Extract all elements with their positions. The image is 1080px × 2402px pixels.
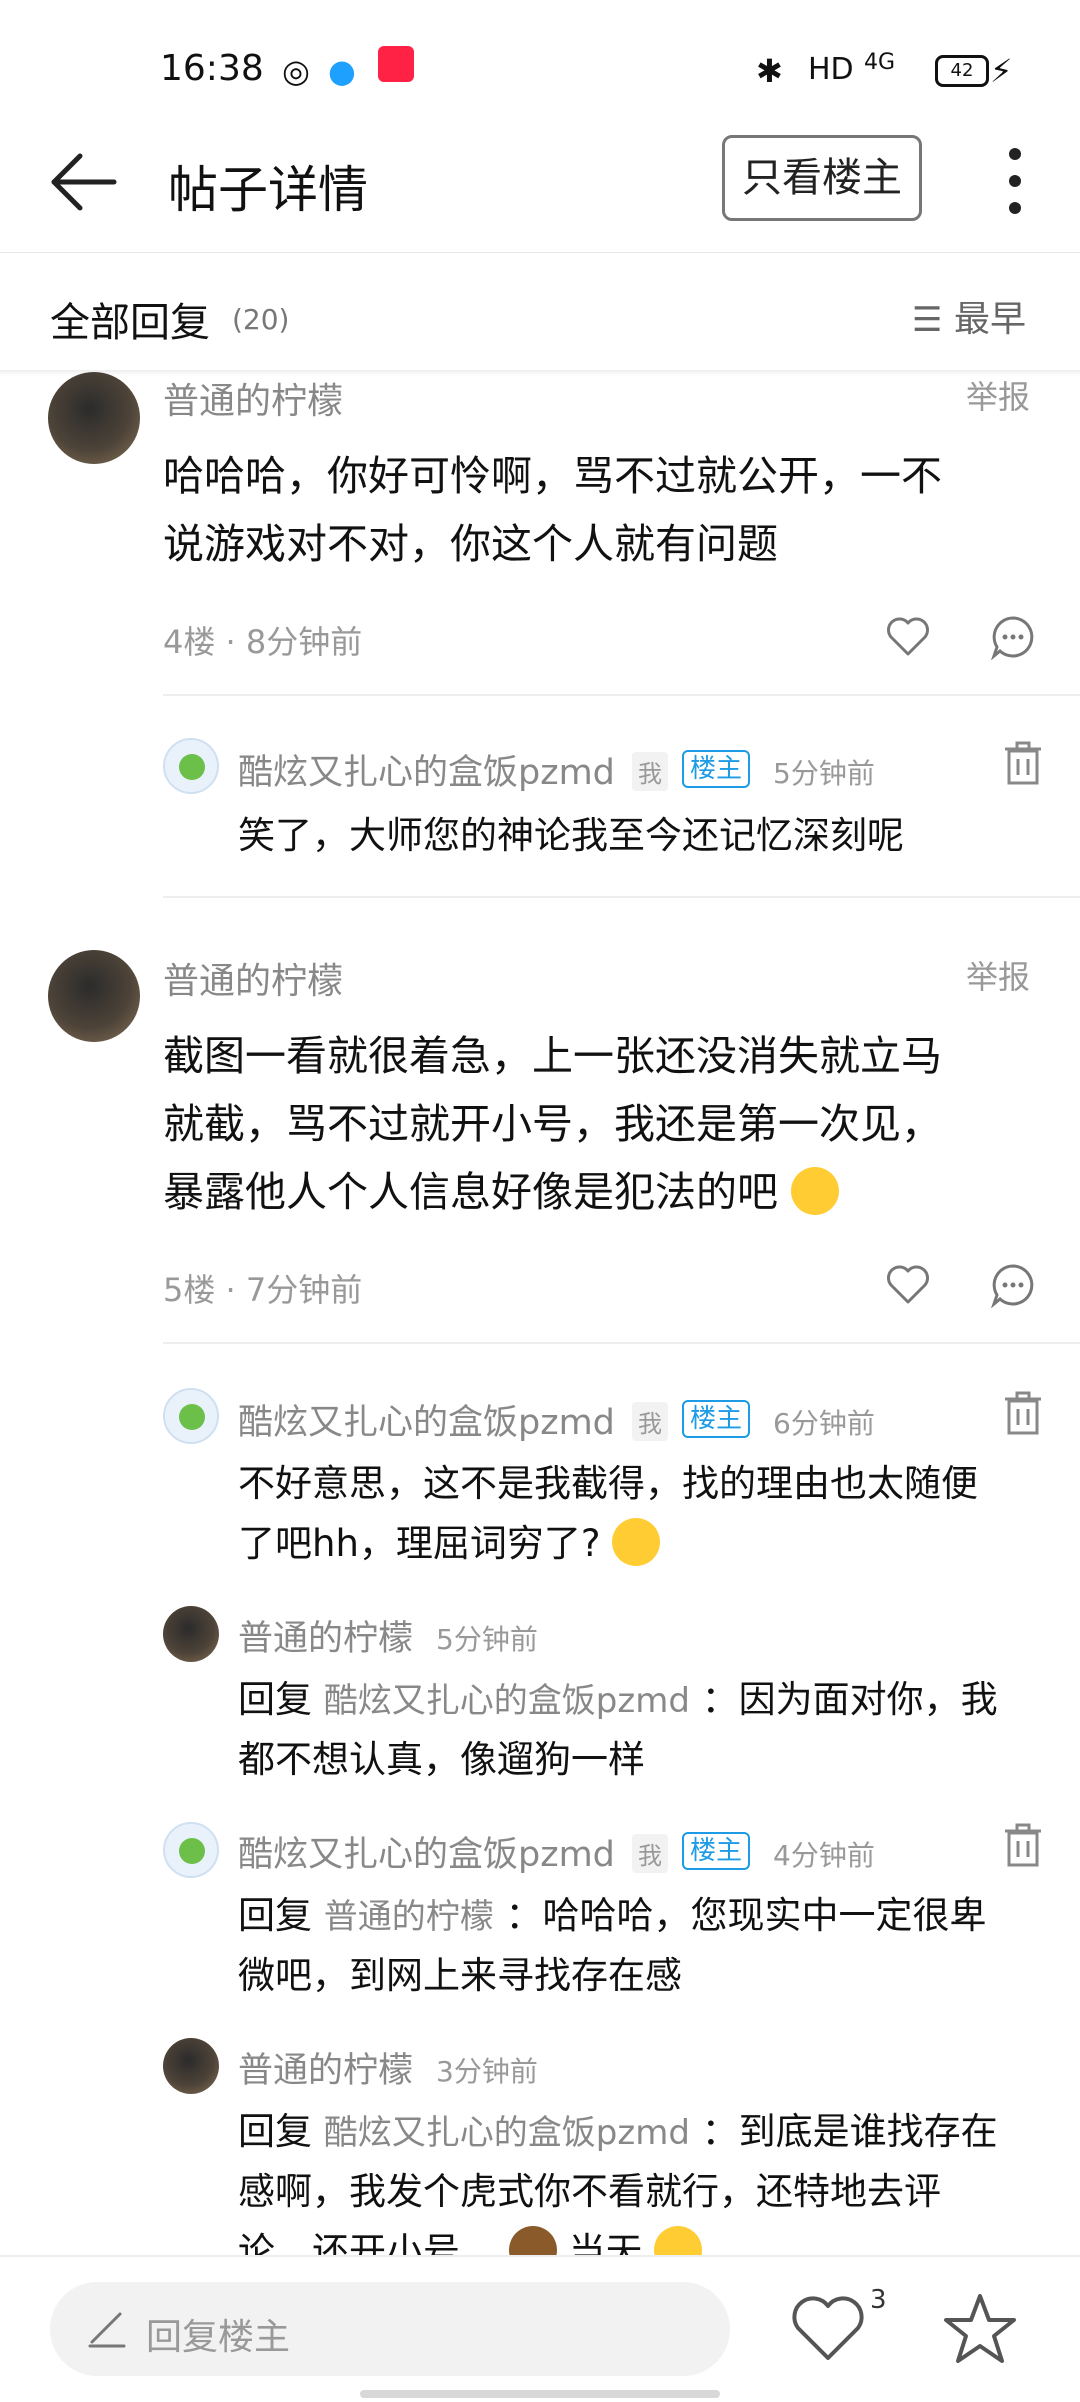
post-content-line: 说游戏对不对，你这个人就有问题 xyxy=(163,520,778,568)
all-replies-title: 全部回复 xyxy=(50,300,210,346)
network-label: HD xyxy=(808,52,854,87)
post-content-line: 哈哈哈，你好可怜啊，骂不过就公开，一不 xyxy=(163,452,942,500)
subreply-username[interactable]: 普通的柠檬 xyxy=(238,1610,413,1661)
subreply-text: 回复 酷炫又扎心的盒饭pzmd ：到底是谁找存在 xyxy=(238,2102,998,2163)
avatar[interactable] xyxy=(163,1388,219,1444)
sort-label: 最早 xyxy=(953,299,1026,340)
post-meta: 4楼 · 8分钟前 xyxy=(163,623,363,661)
more-vertical-icon[interactable] xyxy=(1005,148,1025,214)
subreply-text-part: ：到底是谁找存在 xyxy=(701,2110,998,2153)
header-divider xyxy=(0,252,1080,253)
subreply-text: 都不想认真，像遛狗一样 xyxy=(238,1738,645,1781)
reply-prefix: 回复 xyxy=(238,1894,312,1937)
sort-button[interactable]: ☰ 最早 xyxy=(912,290,1026,342)
replies-count: (20) xyxy=(232,303,290,336)
subreply-text-part: ：哈哈哈，您现实中一定很卑 xyxy=(505,1894,987,1937)
reply-to-username[interactable]: 酷炫又扎心的盒饭pzmd xyxy=(324,2113,690,2153)
heart-icon[interactable] xyxy=(885,614,931,660)
avatar[interactable] xyxy=(163,738,219,794)
subreply-text-part: ：因为面对你，我 xyxy=(701,1678,998,1721)
subreply-time: 5分钟前 xyxy=(436,1623,538,1656)
heart-icon[interactable] xyxy=(885,1262,931,1308)
status-bar: 16:38 ◎ ● ✱ HD 4G 42 ⚡ xyxy=(0,0,1080,130)
avatar[interactable] xyxy=(48,372,140,464)
signal-label: 4G xyxy=(864,50,896,75)
app-notification-icon-2 xyxy=(378,46,414,82)
reply-to-username[interactable]: 普通的柠檬 xyxy=(324,1897,494,1937)
subreply-text: 感啊，我发个虎式你不看就行，还特地去评 xyxy=(238,2170,941,2213)
divider xyxy=(163,896,1080,898)
back-arrow-icon[interactable] xyxy=(48,150,118,214)
subreply-text: 笑了，大师您的神论我至今还记忆深刻呢 xyxy=(238,814,904,857)
post-content-line: 就截，骂不过就开小号，我还是第一次见， xyxy=(163,1100,942,1148)
trash-icon[interactable] xyxy=(1003,1391,1043,1435)
subreply-text: 了吧hh，理屈词穷了? xyxy=(238,1514,661,1574)
report-button[interactable]: 举报 xyxy=(966,372,1030,418)
post-username[interactable]: 普通的柠檬 xyxy=(163,372,343,424)
owner-badge: 楼主 xyxy=(682,1832,751,1870)
subreply-username[interactable]: 酷炫又扎心的盒饭pzmd xyxy=(238,1394,615,1445)
divider xyxy=(163,1342,1080,1344)
comment-icon[interactable] xyxy=(990,1262,1036,1308)
subreply-text: 微吧，到网上来寻找存在感 xyxy=(238,1954,682,1997)
subreply-time: 3分钟前 xyxy=(436,2055,538,2088)
avatar[interactable] xyxy=(163,1606,219,1662)
page-title: 帖子详情 xyxy=(168,161,368,219)
subreply-text-part: 了吧hh，理屈词穷了? xyxy=(238,1522,601,1565)
post-content-text: 暴露他人个人信息好像是犯法的吧 xyxy=(163,1168,778,1216)
owner-badge: 楼主 xyxy=(682,750,751,788)
subreply-username[interactable]: 普通的柠檬 xyxy=(238,2042,413,2093)
grin-emoji-icon xyxy=(791,1167,840,1215)
like-count: 3 xyxy=(870,2285,887,2315)
subreply-text: 回复 酷炫又扎心的盒饭pzmd ：因为面对你，我 xyxy=(238,1670,998,1731)
post-content-line: 截图一看就很着急，上一张还没消失就立马 xyxy=(163,1032,942,1080)
me-badge: 我 xyxy=(632,1834,668,1873)
header-shadow xyxy=(0,370,1080,376)
subreply-time: 5分钟前 xyxy=(773,757,875,790)
post-username[interactable]: 普通的柠檬 xyxy=(163,952,343,1004)
battery-icon: 42 xyxy=(935,55,989,87)
report-button[interactable]: 举报 xyxy=(966,952,1030,998)
reply-to-username[interactable]: 酷炫又扎心的盒饭pzmd xyxy=(324,1681,690,1721)
subreply-time: 6分钟前 xyxy=(773,1407,875,1440)
divider xyxy=(163,694,1080,696)
subreply-username[interactable]: 酷炫又扎心的盒饭pzmd xyxy=(238,744,615,795)
app-notification-icon: ◎ xyxy=(282,52,310,90)
trash-icon[interactable] xyxy=(1003,1823,1043,1867)
pencil-icon xyxy=(88,2312,126,2348)
owner-badge: 楼主 xyxy=(682,1400,751,1438)
home-indicator[interactable] xyxy=(360,2390,720,2398)
reply-prefix: 回复 xyxy=(238,1678,312,1721)
star-icon[interactable] xyxy=(942,2292,1018,2366)
me-badge: 我 xyxy=(632,752,668,791)
heart-icon[interactable] xyxy=(790,2294,866,2364)
subreply-username[interactable]: 酷炫又扎心的盒饭pzmd xyxy=(238,1826,615,1877)
post-content-line: 暴露他人个人信息好像是犯法的吧 xyxy=(163,1158,840,1226)
subreply-time: 4分钟前 xyxy=(773,1839,875,1872)
avatar[interactable] xyxy=(163,2038,219,2094)
sort-icon: ☰ xyxy=(912,300,943,340)
avatar[interactable] xyxy=(48,950,140,1042)
qq-notification-icon: ● xyxy=(328,52,356,90)
trash-icon[interactable] xyxy=(1003,741,1043,785)
status-time: 16:38 xyxy=(160,48,264,89)
smile-emoji-icon xyxy=(612,1517,661,1566)
bluetooth-icon: ✱ xyxy=(756,52,783,90)
comment-icon[interactable] xyxy=(990,614,1036,660)
me-badge: 我 xyxy=(632,1402,668,1441)
reply-placeholder: 回复楼主 xyxy=(146,2317,291,2358)
subreply-text: 回复 普通的柠檬 ：哈哈哈，您现实中一定很卑 xyxy=(238,1886,987,1947)
reply-prefix: 回复 xyxy=(238,2110,312,2153)
avatar[interactable] xyxy=(163,1822,219,1878)
post-meta: 5楼 · 7分钟前 xyxy=(163,1271,363,1309)
owner-only-button[interactable]: 只看楼主 xyxy=(722,135,922,221)
charging-icon: ⚡ xyxy=(990,52,1013,90)
subreply-text: 不好意思，这不是我截得，找的理由也太随便 xyxy=(238,1462,978,1505)
